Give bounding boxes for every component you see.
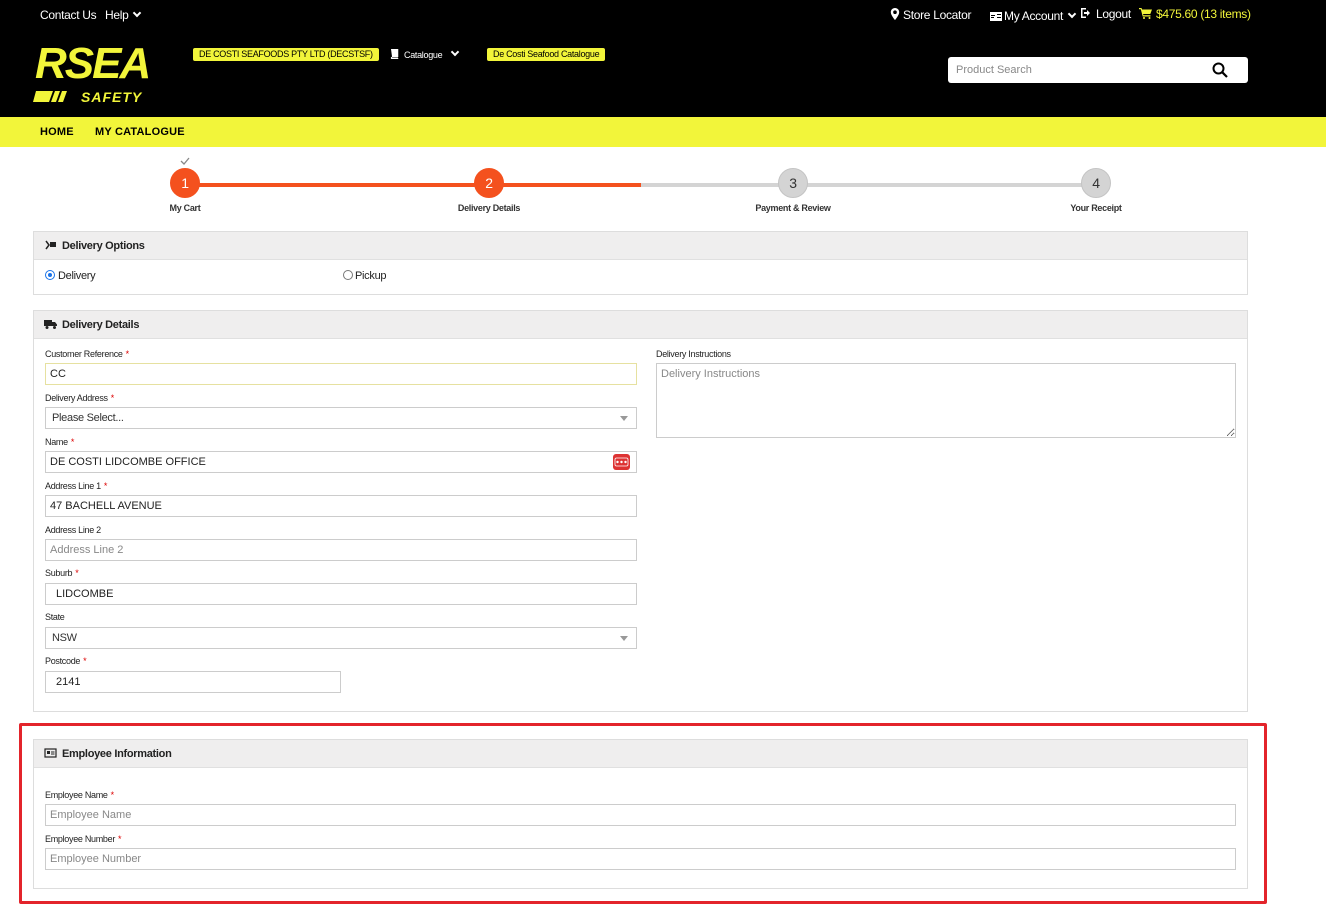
- delivery-radio-label[interactable]: Delivery: [58, 270, 96, 282]
- nav-my-catalogue[interactable]: MY CATALOGUE: [95, 126, 185, 138]
- product-search: [948, 57, 1248, 83]
- cart-summary-link[interactable]: $475.60 (13 items): [1139, 7, 1251, 21]
- chevron-down-icon: [133, 8, 142, 18]
- step-1-circle[interactable]: 1: [170, 168, 200, 198]
- delivery-instructions-label: Delivery Instructions: [656, 349, 731, 359]
- logout-link[interactable]: Logout: [1080, 7, 1131, 21]
- map-pin-icon: [890, 8, 900, 20]
- cart-total: $475.60: [1156, 7, 1198, 21]
- stepper-progress-active: [185, 183, 641, 187]
- store-locator-link[interactable]: Store Locator: [890, 8, 971, 22]
- delivery-options-panel: Delivery Options Delivery Pickup: [33, 231, 1248, 295]
- delivery-options-header: Delivery Options: [34, 232, 1247, 260]
- check-icon: [180, 157, 190, 165]
- book-icon: [390, 48, 399, 60]
- delivery-details-title: Delivery Details: [62, 319, 140, 331]
- postcode-input[interactable]: [45, 671, 341, 693]
- delivery-address-select[interactable]: Please Select...: [45, 407, 637, 429]
- delivery-instructions-textarea[interactable]: [656, 363, 1236, 438]
- rsea-safety-logo[interactable]: RSEA SAFETY: [33, 40, 183, 106]
- suburb-label: Suburb *: [45, 568, 79, 578]
- chevron-down-icon: [1067, 9, 1077, 19]
- dropdown-arrow-icon: [620, 416, 628, 421]
- delivery-address-label: Delivery Address *: [45, 393, 114, 403]
- contact-us-link[interactable]: Contact Us: [40, 8, 97, 22]
- suburb-input[interactable]: [45, 583, 637, 605]
- nav-home[interactable]: HOME: [40, 126, 74, 138]
- account-card-icon: [990, 12, 1002, 21]
- my-account-label: My Account: [1004, 9, 1064, 23]
- delivery-radio[interactable]: [45, 270, 55, 280]
- state-label: State: [45, 612, 65, 622]
- delivery-details-panel: Delivery Details Customer Reference* Del…: [33, 310, 1248, 712]
- address-line-2-input[interactable]: [45, 539, 637, 561]
- highlight-box: [19, 723, 1267, 904]
- catalogue-label: Catalogue: [404, 50, 443, 60]
- step-1-label: My Cart: [169, 203, 201, 213]
- address-line-1-label: Address Line 1 *: [45, 481, 108, 491]
- delivery-options-title: Delivery Options: [62, 240, 145, 252]
- step-4-circle: 4: [1081, 168, 1111, 198]
- truck-icon: [44, 320, 57, 330]
- help-menu[interactable]: Help: [105, 8, 142, 22]
- step-3-circle: 3: [778, 168, 808, 198]
- site-header: Contact Us Help Store Locator My Account…: [0, 0, 1326, 117]
- name-input[interactable]: [45, 451, 637, 473]
- logout-icon: [1081, 8, 1090, 18]
- address-line-1-input[interactable]: [45, 495, 637, 517]
- state-value: NSW: [52, 632, 77, 644]
- chevron-down-icon: [451, 47, 460, 57]
- delivery-details-header: Delivery Details: [34, 311, 1247, 339]
- cart-item-count: (13 items): [1200, 7, 1251, 21]
- delivery-options-icon: [45, 240, 56, 250]
- logo-subtitle: SAFETY: [81, 89, 143, 105]
- postcode-label: Postcode *: [45, 656, 87, 666]
- step-3-label: Payment & Review: [755, 203, 831, 213]
- step-2-label: Delivery Details: [457, 203, 521, 213]
- my-account-menu[interactable]: My Account: [990, 9, 1077, 23]
- main-nav: HOME MY CATALOGUE: [0, 117, 1326, 147]
- catalogue-menu[interactable]: Catalogue: [390, 47, 460, 60]
- password-manager-icon[interactable]: [613, 454, 630, 470]
- state-select[interactable]: NSW: [45, 627, 637, 649]
- search-icon[interactable]: [1212, 62, 1228, 78]
- dropdown-arrow-icon: [620, 636, 628, 641]
- logo-wordmark: RSEA: [35, 40, 149, 88]
- delivery-address-value: Please Select...: [52, 412, 124, 424]
- store-locator-label: Store Locator: [903, 8, 972, 22]
- name-label: Name *: [45, 437, 75, 447]
- customer-reference-label: Customer Reference *: [45, 349, 129, 359]
- step-4-label: Your Receipt: [1070, 203, 1122, 213]
- address-line-2-label: Address Line 2: [45, 525, 101, 535]
- account-pill[interactable]: DE COSTI SEAFOODS PTY LTD (DECSTSF): [193, 48, 379, 61]
- catalogue-pill[interactable]: De Costi Seafood Catalogue: [487, 48, 606, 61]
- customer-reference-input[interactable]: [45, 363, 637, 385]
- cart-icon: [1139, 8, 1152, 19]
- pickup-radio[interactable]: [343, 270, 353, 280]
- stepper-progress-pending: [641, 183, 1096, 187]
- pickup-radio-label[interactable]: Pickup: [355, 270, 387, 282]
- step-2-circle: 2: [474, 168, 504, 198]
- help-label: Help: [105, 8, 129, 22]
- logout-label: Logout: [1096, 7, 1131, 21]
- product-search-input[interactable]: [948, 57, 1178, 83]
